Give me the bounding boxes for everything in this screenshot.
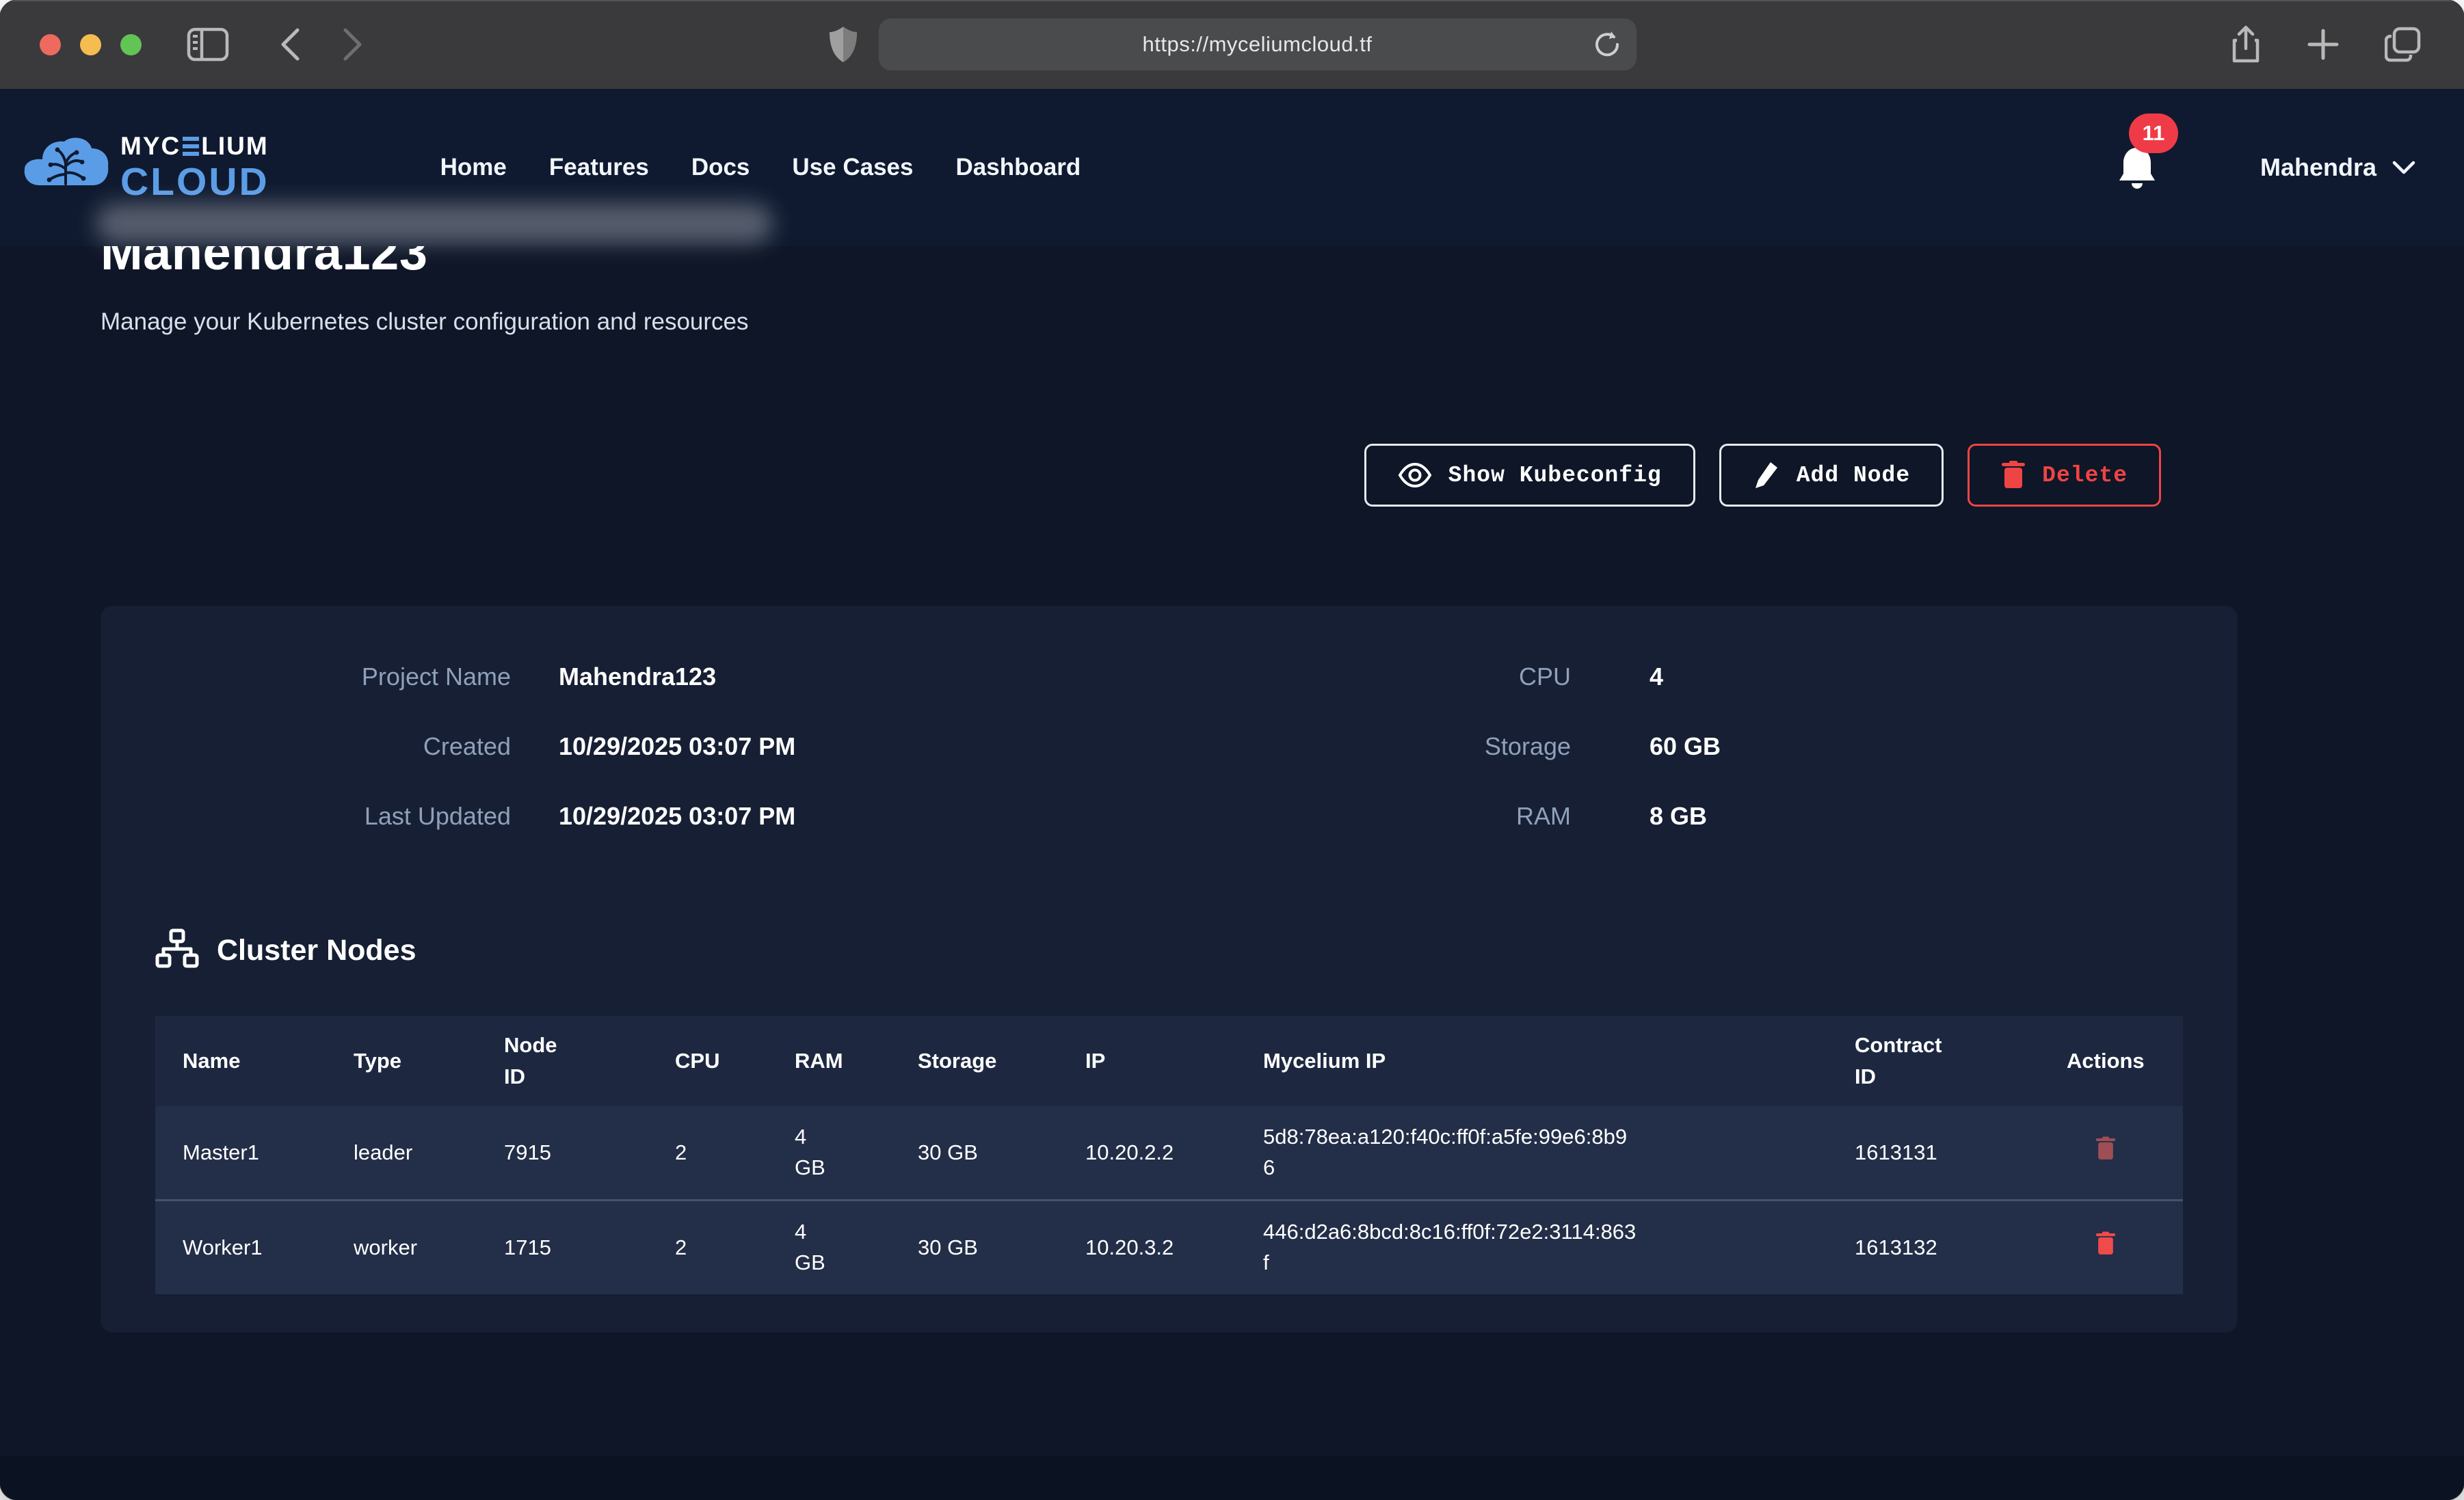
cell-cpu: 2 [648,1106,767,1201]
table-header-row: Name Type Node ID CPU RAM Storage IP Myc… [155,1016,2183,1106]
sidebar-toggle-icon[interactable] [187,27,229,62]
trash-icon [2095,1231,2116,1257]
nav-links: Home Features Docs Use Cases Dashboard [440,154,1081,181]
nav-link-features[interactable]: Features [549,154,649,181]
address-bar[interactable]: https://myceliumcloud.tf [879,18,1637,70]
cell-mycelium-ip: 5d8:78ea:a120:f40c:ff0f:a5fe:99e6:8b96 [1236,1106,1827,1201]
tab-overview-icon[interactable] [2385,25,2423,64]
delete-node-button[interactable] [2095,1231,2116,1257]
close-window-button[interactable] [40,34,61,55]
cell-ip: 10.20.3.2 [1058,1201,1236,1295]
cell-node-id: 7915 [477,1106,648,1201]
cpu-label: CPU [1037,660,1571,693]
site-page: MYC LIUM CLOUD Home Features Docs Use Ca… [0,89,2464,1500]
cell-storage: 30 GB [890,1106,1058,1201]
nav-link-dashboard[interactable]: Dashboard [955,154,1081,181]
chevron-down-icon [2392,159,2416,176]
cluster-nodes-icon [155,928,199,972]
cell-actions [2039,1106,2183,1201]
main-content: Mahendra123 Manage your Kubernetes clust… [0,246,2464,1456]
pencil-icon [1753,459,1780,491]
delete-cluster-button[interactable]: Delete [1968,444,2161,507]
nav-link-use-cases[interactable]: Use Cases [792,154,913,181]
cell-cpu: 2 [648,1201,767,1295]
cell-contract-id: 1613132 [1827,1201,2039,1295]
col-node-id: Node ID [477,1016,648,1106]
storage-value: 60 GB [1571,730,2183,763]
cell-type: worker [326,1201,477,1295]
privacy-shield-icon[interactable] [828,25,858,64]
user-menu[interactable]: Mahendra [2260,153,2416,182]
cell-ram: 4 GB [767,1106,890,1201]
cell-ip: 10.20.2.2 [1058,1106,1236,1201]
storage-label: Storage [1037,730,1571,763]
col-contract-id: Contract ID [1827,1016,2039,1106]
table-row: Worker1 worker 1715 2 4 GB 30 GB 10.20.3… [155,1201,2183,1295]
col-cpu: CPU [648,1016,767,1106]
brand-name-top: MYC LIUM [120,133,269,159]
zoom-window-button[interactable] [120,34,142,55]
col-name: Name [155,1016,326,1106]
last-updated-label: Last Updated [155,800,511,833]
last-updated-value: 10/29/2025 03:07 PM [511,800,1037,833]
table-row: Master1 leader 7915 2 4 GB 30 GB 10.20.2… [155,1106,2183,1201]
col-ram: RAM [767,1016,890,1106]
site-navbar: MYC LIUM CLOUD Home Features Docs Use Ca… [0,89,2464,246]
trash-icon [2001,461,2026,490]
ram-value: 8 GB [1571,800,2183,833]
cpu-value: 4 [1571,660,2183,693]
col-ip: IP [1058,1016,1236,1106]
nav-link-home[interactable]: Home [440,154,507,181]
project-name-label: Project Name [155,660,511,693]
notifications-button[interactable]: 11 [2117,145,2158,190]
nav-link-docs[interactable]: Docs [691,154,750,181]
url-text: https://myceliumcloud.tf [1143,32,1373,57]
cluster-nodes-heading: Cluster Nodes [217,934,416,967]
brand-name-bottom: CLOUD [120,163,269,202]
cell-actions [2039,1201,2183,1295]
col-mycelium-ip: Mycelium IP [1236,1016,1827,1106]
user-name: Mahendra [2260,153,2376,182]
cell-storage: 30 GB [890,1201,1058,1295]
new-tab-icon[interactable] [2307,25,2340,64]
delete-node-button[interactable] [2095,1136,2116,1162]
traffic-lights [40,34,142,55]
col-type: Type [326,1016,477,1106]
page-footer [0,1456,2464,1500]
cell-name: Worker1 [155,1201,326,1295]
back-button[interactable] [278,27,302,62]
trash-icon [2095,1136,2116,1162]
notification-badge: 11 [2129,113,2178,153]
page-subtitle: Manage your Kubernetes cluster configura… [101,308,2363,336]
created-label: Created [155,730,511,763]
brand-logo[interactable]: MYC LIUM CLOUD [22,133,269,202]
mycelium-cloud-logo-icon [22,136,109,199]
reload-icon[interactable] [1593,29,1621,60]
ram-label: RAM [1037,800,1571,833]
col-actions: Actions [2039,1016,2183,1106]
cell-node-id: 1715 [477,1201,648,1295]
project-name-value: Mahendra123 [511,660,1037,693]
brand-e-glyph [183,137,199,156]
cell-contract-id: 1613131 [1827,1106,2039,1201]
col-storage: Storage [890,1016,1058,1106]
cell-ram: 4 GB [767,1201,890,1295]
browser-chrome: https://myceliumcloud.tf [0,0,2464,89]
cell-type: leader [326,1106,477,1201]
cluster-actions: Show Kubeconfig Add Node Delete [101,444,2161,507]
project-info-grid: Project Name Mahendra123 CPU 4 Created 1… [155,660,2183,833]
cluster-details-card: Project Name Mahendra123 CPU 4 Created 1… [101,606,2238,1332]
browser-window: https://myceliumcloud.tf [0,0,2464,1500]
share-icon[interactable] [2230,25,2262,64]
forward-button[interactable] [341,27,365,62]
cell-mycelium-ip: 446:d2a6:8bcd:8c16:ff0f:72e2:3114:863f [1236,1201,1827,1295]
eye-icon [1398,463,1432,487]
cluster-nodes-table: Name Type Node ID CPU RAM Storage IP Myc… [155,1016,2183,1294]
show-kubeconfig-button[interactable]: Show Kubeconfig [1364,444,1695,507]
minimize-window-button[interactable] [80,34,101,55]
add-node-button[interactable]: Add Node [1719,444,1944,507]
cell-name: Master1 [155,1106,326,1201]
created-value: 10/29/2025 03:07 PM [511,730,1037,763]
